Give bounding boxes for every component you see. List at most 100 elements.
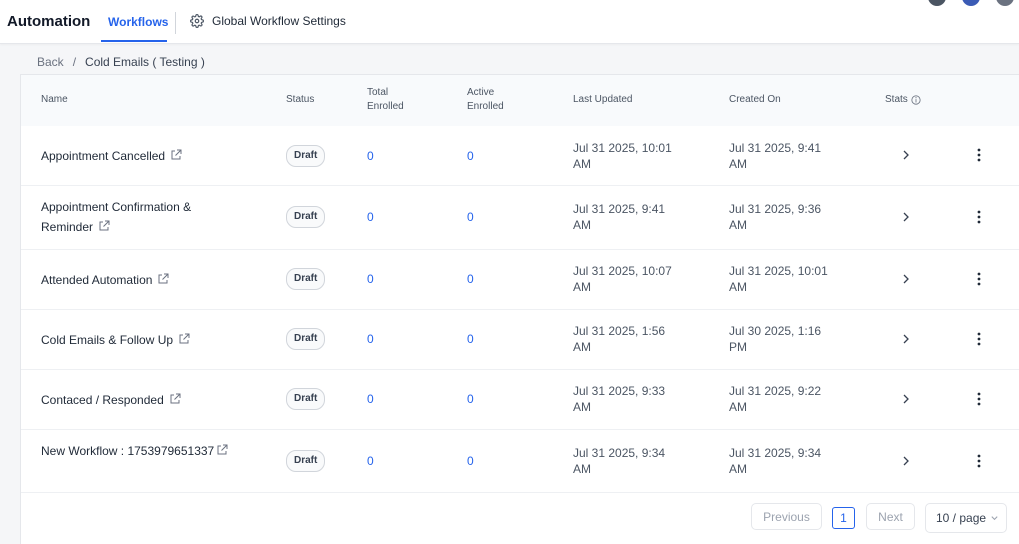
external-link-icon[interactable]	[98, 220, 110, 232]
date-line: Jul 31 2025, 9:41	[729, 141, 822, 155]
external-link-icon[interactable]	[169, 393, 181, 405]
more-options-icon[interactable]	[976, 148, 982, 162]
table-row[interactable]: Cold Emails & Follow Up Draft 0 0 Jul 31…	[21, 310, 1019, 370]
breadcrumb-current: Cold Emails ( Testing )	[85, 55, 205, 69]
active-enrolled-value[interactable]: 0	[467, 332, 474, 346]
date-line: Jul 31 2025, 9:22	[729, 384, 822, 398]
column-header-name: Name	[41, 94, 68, 105]
workflow-name-text[interactable]: Attended Automation	[41, 273, 152, 287]
global-workflow-settings-link[interactable]: Global Workflow Settings	[190, 14, 346, 28]
user-avatar[interactable]	[928, 0, 946, 6]
info-icon[interactable]	[911, 95, 921, 105]
chevron-down-icon	[991, 516, 998, 521]
more-options-icon[interactable]	[976, 392, 982, 406]
workflow-name-text[interactable]: Appointment Confirmation & Reminder	[41, 200, 191, 234]
chevron-right-icon[interactable]	[901, 333, 911, 345]
settings-label: Global Workflow Settings	[212, 14, 346, 28]
status-badge: Draft	[286, 388, 326, 410]
active-enrolled-value[interactable]: 0	[467, 454, 474, 468]
workflow-name-text[interactable]: New Workflow : 1753979651337	[41, 444, 214, 458]
total-enrolled-value[interactable]: 0	[367, 149, 374, 163]
back-link[interactable]: Back	[37, 55, 64, 69]
date-line: AM	[729, 218, 747, 232]
total-enrolled-value[interactable]: 0	[367, 210, 374, 224]
chevron-right-icon[interactable]	[901, 455, 911, 467]
chevron-right-icon[interactable]	[901, 393, 911, 405]
tab-workflows[interactable]: Workflows	[108, 15, 168, 29]
last-updated-date: Jul 31 2025, 9:41 AM	[573, 201, 703, 233]
workflow-name-text[interactable]: Appointment Cancelled	[41, 149, 165, 163]
workflow-name[interactable]: Appointment Confirmation & Reminder	[41, 197, 216, 237]
created-on-date: Jul 30 2025, 1:16 PM	[729, 323, 859, 355]
date-line: AM	[573, 157, 591, 171]
status-badge: Draft	[286, 450, 326, 472]
chevron-right-icon[interactable]	[901, 211, 911, 223]
user-avatar[interactable]	[996, 0, 1014, 6]
previous-page-button[interactable]: Previous	[751, 503, 822, 530]
table-row[interactable]: Appointment Cancelled Draft 0 0 Jul 31 2…	[21, 126, 1019, 186]
column-header-line: Active	[467, 87, 495, 98]
date-line: Jul 31 2025, 9:41	[573, 202, 666, 216]
workflow-name[interactable]: Attended Automation	[41, 270, 241, 290]
workflow-name[interactable]: Appointment Cancelled	[41, 146, 241, 166]
external-link-icon[interactable]	[216, 444, 228, 456]
workflow-name-text[interactable]: Contaced / Responded	[41, 393, 164, 407]
external-link-icon[interactable]	[170, 149, 182, 161]
more-options-icon[interactable]	[976, 210, 982, 224]
more-options-icon[interactable]	[976, 454, 982, 468]
next-page-button[interactable]: Next	[866, 503, 915, 530]
breadcrumb-separator: /	[72, 55, 77, 69]
created-on-date: Jul 31 2025, 9:34 AM	[729, 445, 859, 477]
date-line: AM	[573, 218, 591, 232]
date-line: AM	[729, 462, 747, 476]
column-header-stats: Stats	[885, 93, 921, 107]
active-enrolled-value[interactable]: 0	[467, 210, 474, 224]
column-header-line: Enrolled	[367, 101, 404, 112]
chevron-right-icon[interactable]	[901, 149, 911, 161]
total-enrolled-value[interactable]: 0	[367, 332, 374, 346]
external-link-icon[interactable]	[178, 333, 190, 345]
date-line: AM	[729, 157, 747, 171]
date-line: Jul 31 2025, 9:36	[729, 202, 822, 216]
table-row[interactable]: New Workflow : 1753979651337 Draft 0 0 J…	[21, 430, 1019, 493]
external-link-icon[interactable]	[157, 273, 169, 285]
date-line: Jul 31 2025, 10:07	[573, 264, 672, 278]
active-tab-indicator	[101, 40, 167, 42]
page-size-select[interactable]: 10 / page	[925, 503, 1007, 533]
workflow-name-text[interactable]: Cold Emails & Follow Up	[41, 333, 173, 347]
gear-icon	[190, 14, 204, 28]
date-line: Jul 31 2025, 9:34	[729, 446, 822, 460]
date-line: Jul 30 2025, 1:16	[729, 324, 822, 338]
top-bar: Automation Workflows Global Workflow Set…	[0, 0, 1019, 44]
table-row[interactable]: Contaced / Responded Draft 0 0 Jul 31 20…	[21, 370, 1019, 430]
total-enrolled-value[interactable]: 0	[367, 454, 374, 468]
last-updated-date: Jul 31 2025, 10:01 AM	[573, 140, 703, 172]
date-line: AM	[729, 280, 747, 294]
total-enrolled-value[interactable]: 0	[367, 392, 374, 406]
active-enrolled-value[interactable]: 0	[467, 149, 474, 163]
status-badge: Draft	[286, 328, 326, 350]
app-title: Automation	[7, 13, 91, 30]
more-options-icon[interactable]	[976, 272, 982, 286]
workflow-name[interactable]: Contaced / Responded	[41, 390, 241, 410]
table-header: Name Status Total Enrolled Active Enroll…	[21, 75, 1019, 127]
user-avatar[interactable]	[962, 0, 980, 6]
last-updated-date: Jul 31 2025, 1:56 AM	[573, 323, 703, 355]
tab-divider	[175, 12, 176, 34]
last-updated-date: Jul 31 2025, 10:07 AM	[573, 263, 703, 295]
active-enrolled-value[interactable]: 0	[467, 272, 474, 286]
total-enrolled-value[interactable]: 0	[367, 272, 374, 286]
date-line: AM	[729, 400, 747, 414]
date-line: AM	[573, 462, 591, 476]
page-number-button[interactable]: 1	[832, 507, 855, 529]
status-badge: Draft	[286, 145, 326, 167]
workflow-name[interactable]: Cold Emails & Follow Up	[41, 330, 241, 350]
table-row[interactable]: Appointment Confirmation & Reminder Draf…	[21, 186, 1019, 250]
chevron-right-icon[interactable]	[901, 273, 911, 285]
table-row[interactable]: Attended Automation Draft 0 0 Jul 31 202…	[21, 250, 1019, 310]
last-updated-date: Jul 31 2025, 9:33 AM	[573, 383, 703, 415]
more-options-icon[interactable]	[976, 332, 982, 346]
created-on-date: Jul 31 2025, 9:22 AM	[729, 383, 859, 415]
active-enrolled-value[interactable]: 0	[467, 392, 474, 406]
workflow-name[interactable]: New Workflow : 1753979651337	[41, 441, 236, 461]
